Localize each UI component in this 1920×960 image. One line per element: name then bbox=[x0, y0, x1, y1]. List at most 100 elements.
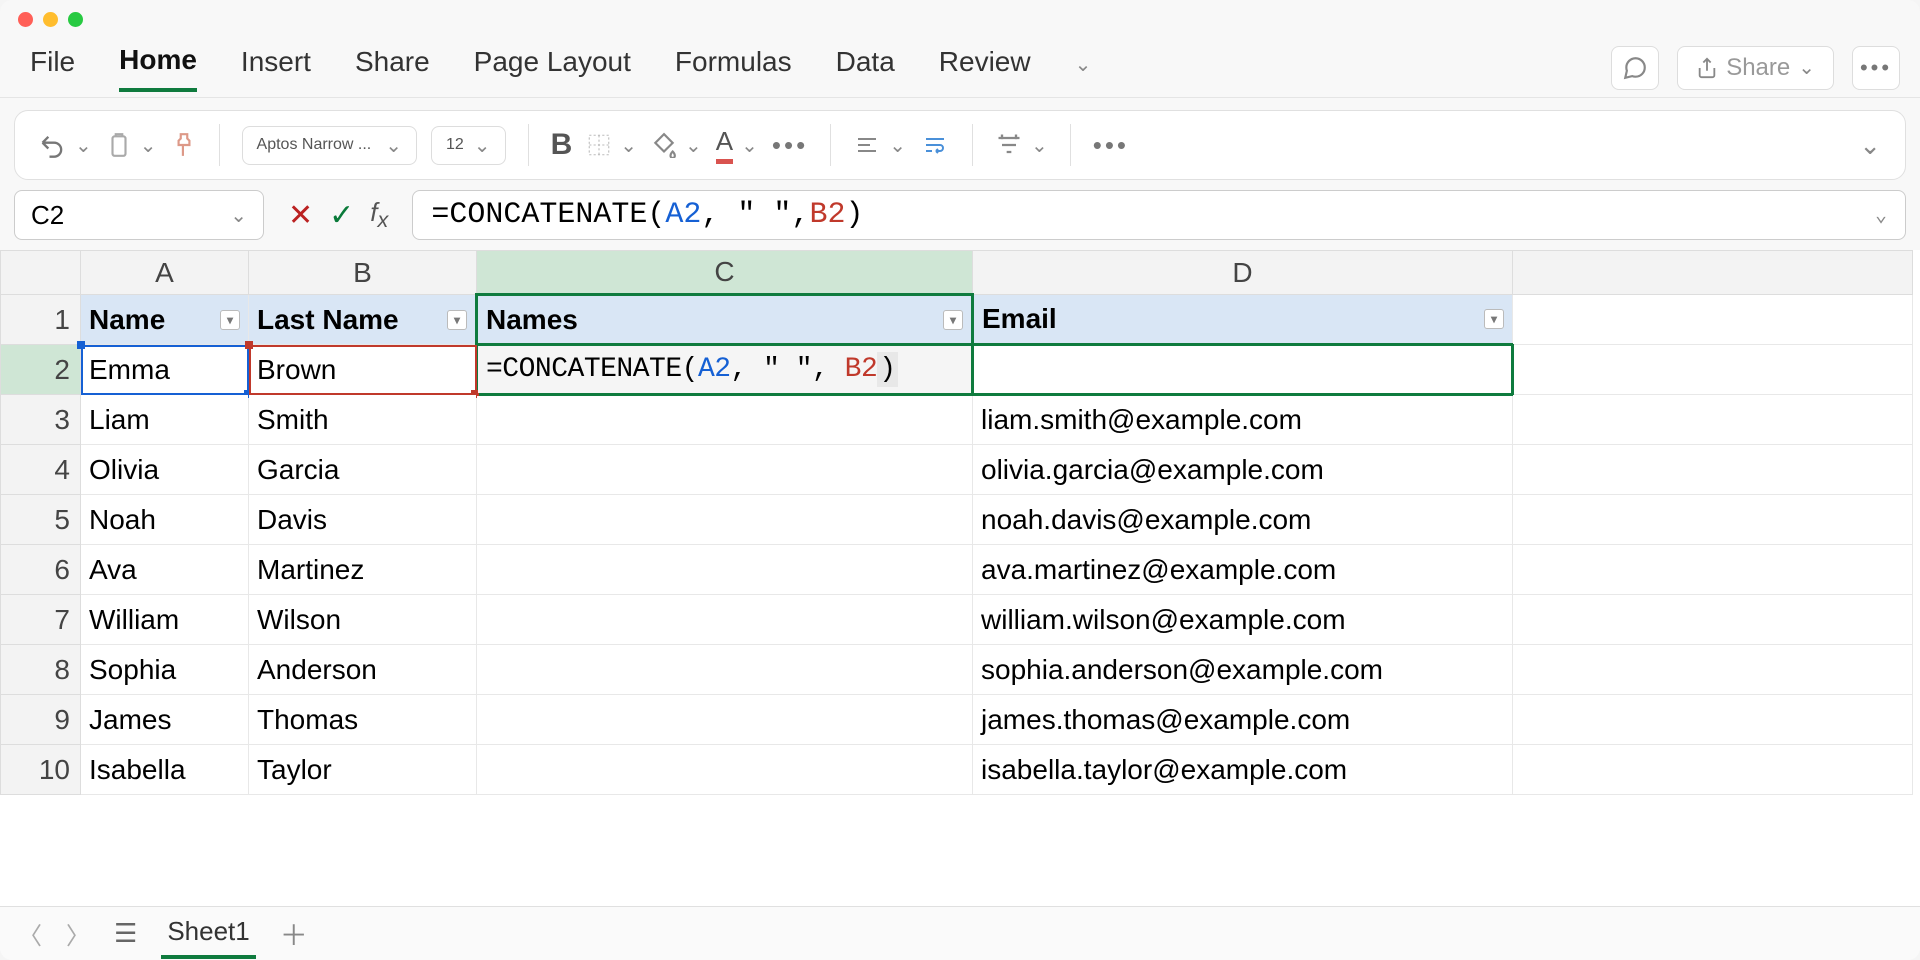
col-header-B[interactable]: B bbox=[249, 251, 477, 295]
cell-C2[interactable]: =CONCATENATE(A2, " ", B2) bbox=[477, 345, 973, 395]
cell-E7[interactable] bbox=[1513, 595, 1913, 645]
col-header-D[interactable]: D bbox=[973, 251, 1513, 295]
cell-B4[interactable]: Garcia bbox=[249, 445, 477, 495]
sort-filter-button[interactable]: ⌄ bbox=[995, 131, 1048, 159]
cell-C10[interactable] bbox=[477, 745, 973, 795]
formula-input[interactable]: =CONCATENATE(A2, " ", B2) ⌄ bbox=[412, 190, 1906, 240]
align-button[interactable]: ⌄ bbox=[853, 133, 906, 158]
cell-D2[interactable] bbox=[973, 345, 1513, 395]
filter-icon[interactable]: ▾ bbox=[1484, 309, 1504, 329]
borders-button[interactable]: ⌄ bbox=[586, 132, 637, 158]
cell-D1[interactable]: Email▾ bbox=[973, 295, 1513, 345]
font-selector[interactable]: Aptos Narrow ... ⌄ bbox=[242, 126, 417, 165]
cell-D10[interactable]: isabella.taylor@example.com bbox=[973, 745, 1513, 795]
menu-more[interactable]: ⌄ bbox=[1075, 46, 1092, 90]
cell-B1[interactable]: Last Name▾ bbox=[249, 295, 477, 345]
share-button[interactable]: Share ⌄ bbox=[1677, 46, 1834, 90]
cell-E10[interactable] bbox=[1513, 745, 1913, 795]
font-size-selector[interactable]: 12 ⌄ bbox=[431, 126, 506, 165]
cell-D5[interactable]: noah.davis@example.com bbox=[973, 495, 1513, 545]
row-header-8[interactable]: 8 bbox=[1, 645, 81, 695]
filter-icon[interactable]: ▾ bbox=[220, 310, 240, 330]
row-header-5[interactable]: 5 bbox=[1, 495, 81, 545]
menu-share[interactable]: Share bbox=[355, 46, 430, 90]
fill-color-button[interactable]: ⌄ bbox=[651, 132, 702, 158]
filter-icon[interactable]: ▾ bbox=[447, 310, 467, 330]
cell-A5[interactable]: Noah bbox=[81, 495, 249, 545]
col-header-E[interactable] bbox=[1513, 251, 1913, 295]
cell-B2[interactable]: Brown bbox=[249, 345, 477, 395]
window-minimize-button[interactable] bbox=[43, 12, 58, 27]
row-header-6[interactable]: 6 bbox=[1, 545, 81, 595]
window-close-button[interactable] bbox=[18, 12, 33, 27]
comments-button[interactable] bbox=[1611, 46, 1659, 90]
cell-A6[interactable]: Ava bbox=[81, 545, 249, 595]
name-box[interactable]: C2 ⌄ bbox=[14, 190, 264, 240]
formula-cancel-button[interactable]: ✕ bbox=[288, 198, 313, 233]
cell-A4[interactable]: Olivia bbox=[81, 445, 249, 495]
cell-B5[interactable]: Davis bbox=[249, 495, 477, 545]
cell-B9[interactable]: Thomas bbox=[249, 695, 477, 745]
cell-A9[interactable]: James bbox=[81, 695, 249, 745]
cell-E2[interactable] bbox=[1513, 345, 1913, 395]
formula-expand-button[interactable]: ⌄ bbox=[1875, 202, 1887, 228]
clipboard-button[interactable]: ⌄ bbox=[106, 130, 157, 160]
col-header-C[interactable]: C bbox=[477, 251, 973, 295]
window-zoom-button[interactable] bbox=[68, 12, 83, 27]
menu-file[interactable]: File bbox=[30, 46, 75, 90]
add-sheet-button[interactable]: ＋ bbox=[280, 914, 308, 954]
cell-E8[interactable] bbox=[1513, 645, 1913, 695]
cell-D6[interactable]: ava.martinez@example.com bbox=[973, 545, 1513, 595]
bold-button[interactable]: B bbox=[551, 128, 573, 162]
cell-B8[interactable]: Anderson bbox=[249, 645, 477, 695]
cell-E4[interactable] bbox=[1513, 445, 1913, 495]
cell-C6[interactable] bbox=[477, 545, 973, 595]
row-header-3[interactable]: 3 bbox=[1, 395, 81, 445]
select-all-corner[interactable] bbox=[1, 251, 81, 295]
row-header-9[interactable]: 9 bbox=[1, 695, 81, 745]
cell-C1[interactable]: Names▾ bbox=[477, 295, 973, 345]
cell-A10[interactable]: Isabella bbox=[81, 745, 249, 795]
fx-icon[interactable]: fx bbox=[370, 197, 388, 233]
cell-E5[interactable] bbox=[1513, 495, 1913, 545]
menu-formulas[interactable]: Formulas bbox=[675, 46, 792, 90]
cell-E9[interactable] bbox=[1513, 695, 1913, 745]
font-color-button[interactable]: A ⌄ bbox=[716, 126, 758, 164]
cell-C9[interactable] bbox=[477, 695, 973, 745]
row-header-4[interactable]: 4 bbox=[1, 445, 81, 495]
menu-data[interactable]: Data bbox=[836, 46, 895, 90]
sheet-list-button[interactable]: ☰ bbox=[114, 918, 137, 949]
cell-E1[interactable] bbox=[1513, 295, 1913, 345]
sheet-nav-next[interactable]: 〉 bbox=[66, 916, 90, 951]
formula-accept-button[interactable]: ✓ bbox=[329, 198, 354, 233]
cell-D7[interactable]: william.wilson@example.com bbox=[973, 595, 1513, 645]
menu-home[interactable]: Home bbox=[119, 44, 197, 92]
col-header-A[interactable]: A bbox=[81, 251, 249, 295]
cell-B10[interactable]: Taylor bbox=[249, 745, 477, 795]
wrap-text-button[interactable] bbox=[920, 133, 950, 157]
cell-B3[interactable]: Smith bbox=[249, 395, 477, 445]
ribbon-expand-button[interactable]: ⌄ bbox=[1859, 130, 1881, 161]
menu-review[interactable]: Review bbox=[939, 46, 1031, 90]
cell-C4[interactable] bbox=[477, 445, 973, 495]
cell-E3[interactable] bbox=[1513, 395, 1913, 445]
cell-A1[interactable]: Name▾ bbox=[81, 295, 249, 345]
cell-C5[interactable] bbox=[477, 495, 973, 545]
cell-D4[interactable]: olivia.garcia@example.com bbox=[973, 445, 1513, 495]
undo-button[interactable]: ⌄ bbox=[39, 131, 92, 159]
cell-D8[interactable]: sophia.anderson@example.com bbox=[973, 645, 1513, 695]
row-header-10[interactable]: 10 bbox=[1, 745, 81, 795]
format-painter-button[interactable] bbox=[171, 130, 197, 160]
cell-D3[interactable]: liam.smith@example.com bbox=[973, 395, 1513, 445]
cell-D9[interactable]: james.thomas@example.com bbox=[973, 695, 1513, 745]
cell-A7[interactable]: William bbox=[81, 595, 249, 645]
cell-A3[interactable]: Liam bbox=[81, 395, 249, 445]
filter-icon[interactable]: ▾ bbox=[943, 310, 963, 330]
menu-insert[interactable]: Insert bbox=[241, 46, 311, 90]
cell-C8[interactable] bbox=[477, 645, 973, 695]
cell-C7[interactable] bbox=[477, 595, 973, 645]
row-header-7[interactable]: 7 bbox=[1, 595, 81, 645]
cell-A8[interactable]: Sophia bbox=[81, 645, 249, 695]
row-header-2[interactable]: 2 bbox=[1, 345, 81, 395]
more-options-button[interactable]: ••• bbox=[1852, 46, 1900, 90]
